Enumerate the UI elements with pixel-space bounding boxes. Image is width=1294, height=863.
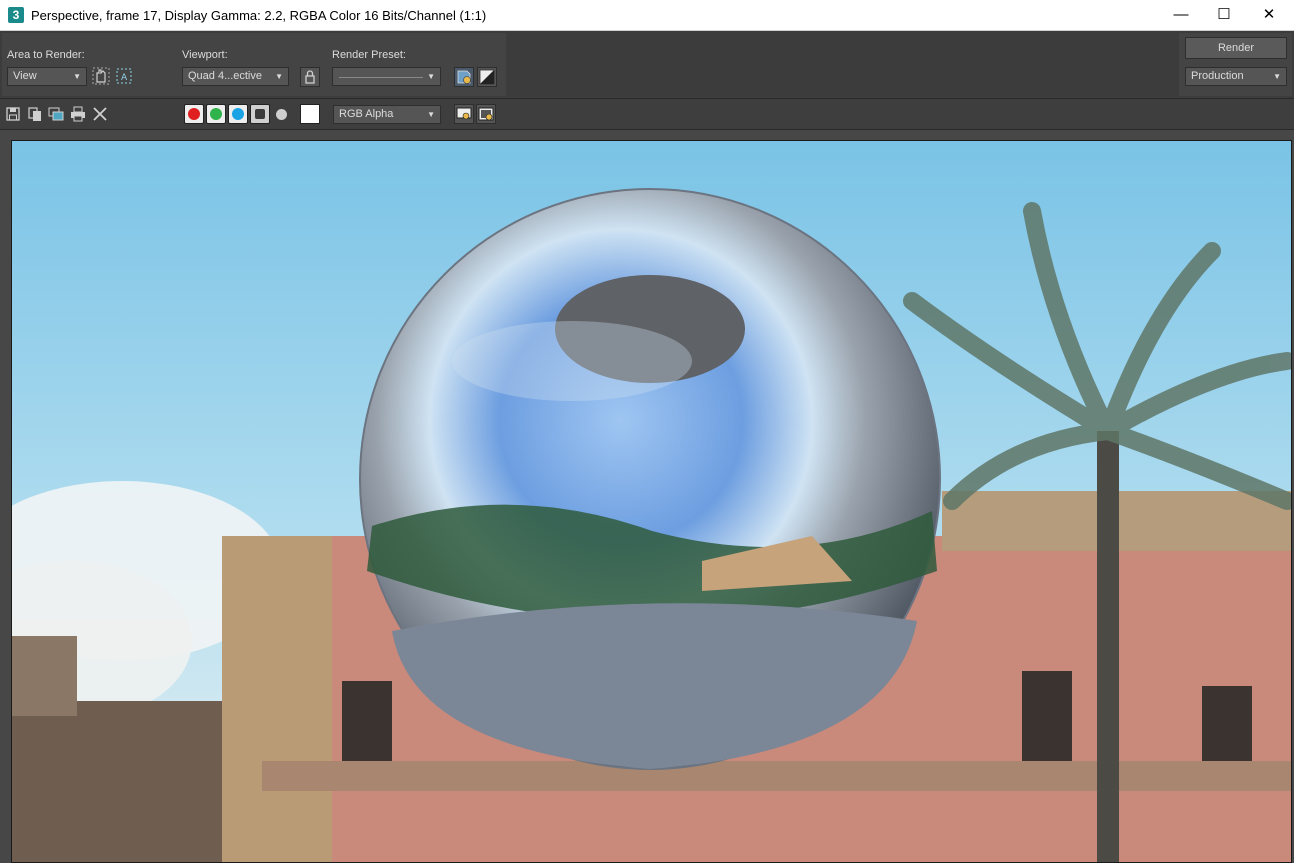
lock-icon [305,70,315,84]
environment-exposure-button[interactable] [477,67,497,87]
preset-separator [339,77,423,78]
monochrome-toggle-icon[interactable] [276,109,287,120]
background-color-swatch[interactable] [300,104,320,124]
render-preset-label: Render Preset: [332,49,406,61]
monitor-icon [456,107,472,120]
blue-channel-toggle[interactable] [228,104,248,124]
render-button[interactable]: Render [1185,37,1287,59]
chevron-down-icon: ▼ [73,72,81,81]
green-channel-toggle[interactable] [206,104,226,124]
area-to-render-value: View [13,70,37,82]
render-setup-icon [457,70,471,84]
app-logo-icon: 3 [8,7,24,23]
viewport-dropdown[interactable]: Quad 4...ective ▼ [182,67,289,86]
save-image-icon[interactable] [5,106,21,122]
chevron-down-icon: ▼ [427,72,435,81]
chevron-down-icon: ▼ [427,110,435,119]
display-toggle-button[interactable] [454,104,474,124]
render-mode-dropdown[interactable]: Production ▼ [1185,67,1287,86]
alpha-channel-icon [255,109,265,119]
lock-viewport-button[interactable] [300,67,320,87]
clear-image-icon[interactable] [92,106,108,122]
area-to-render-dropdown[interactable]: View ▼ [7,67,87,86]
chevron-down-icon: ▼ [275,72,283,81]
area-to-render-label: Area to Render: [7,49,85,61]
clone-frame-buffer-icon[interactable] [48,106,64,122]
chevron-down-icon: ▼ [1273,72,1281,81]
edit-region-icon[interactable] [92,67,110,85]
render-options-section [2,33,506,96]
blue-channel-icon [232,108,244,120]
film-icon [478,107,494,121]
channel-display-dropdown[interactable]: RGB Alpha ▼ [333,105,441,124]
minimize-button[interactable]: — [1158,0,1204,30]
auto-region-select-icon[interactable]: A [115,67,133,85]
print-image-icon[interactable] [70,106,86,122]
close-button[interactable]: ✕ [1246,0,1292,30]
window-title: Perspective, frame 17, Display Gamma: 2.… [31,8,487,23]
maximize-button[interactable]: ☐ [1201,0,1247,30]
render-preset-dropdown[interactable]: ▼ [332,67,441,86]
render-mode-value: Production [1191,70,1244,82]
svg-text:A: A [121,73,128,83]
rendered-scene [12,141,1291,862]
alpha-channel-toggle[interactable] [250,104,270,124]
channel-display-value: RGB Alpha [339,108,394,120]
exposure-icon [479,69,495,85]
viewport-value: Quad 4...ective [188,70,262,82]
green-channel-icon [210,108,222,120]
ram-player-button[interactable] [476,104,496,124]
red-channel-icon [188,108,200,120]
render-setup-button[interactable] [454,67,474,87]
red-channel-toggle[interactable] [184,104,204,124]
viewport-label: Viewport: [182,49,228,61]
title-bar: 3 Perspective, frame 17, Display Gamma: … [0,0,1294,31]
rendered-image [11,140,1292,863]
copy-image-icon[interactable] [27,106,43,122]
